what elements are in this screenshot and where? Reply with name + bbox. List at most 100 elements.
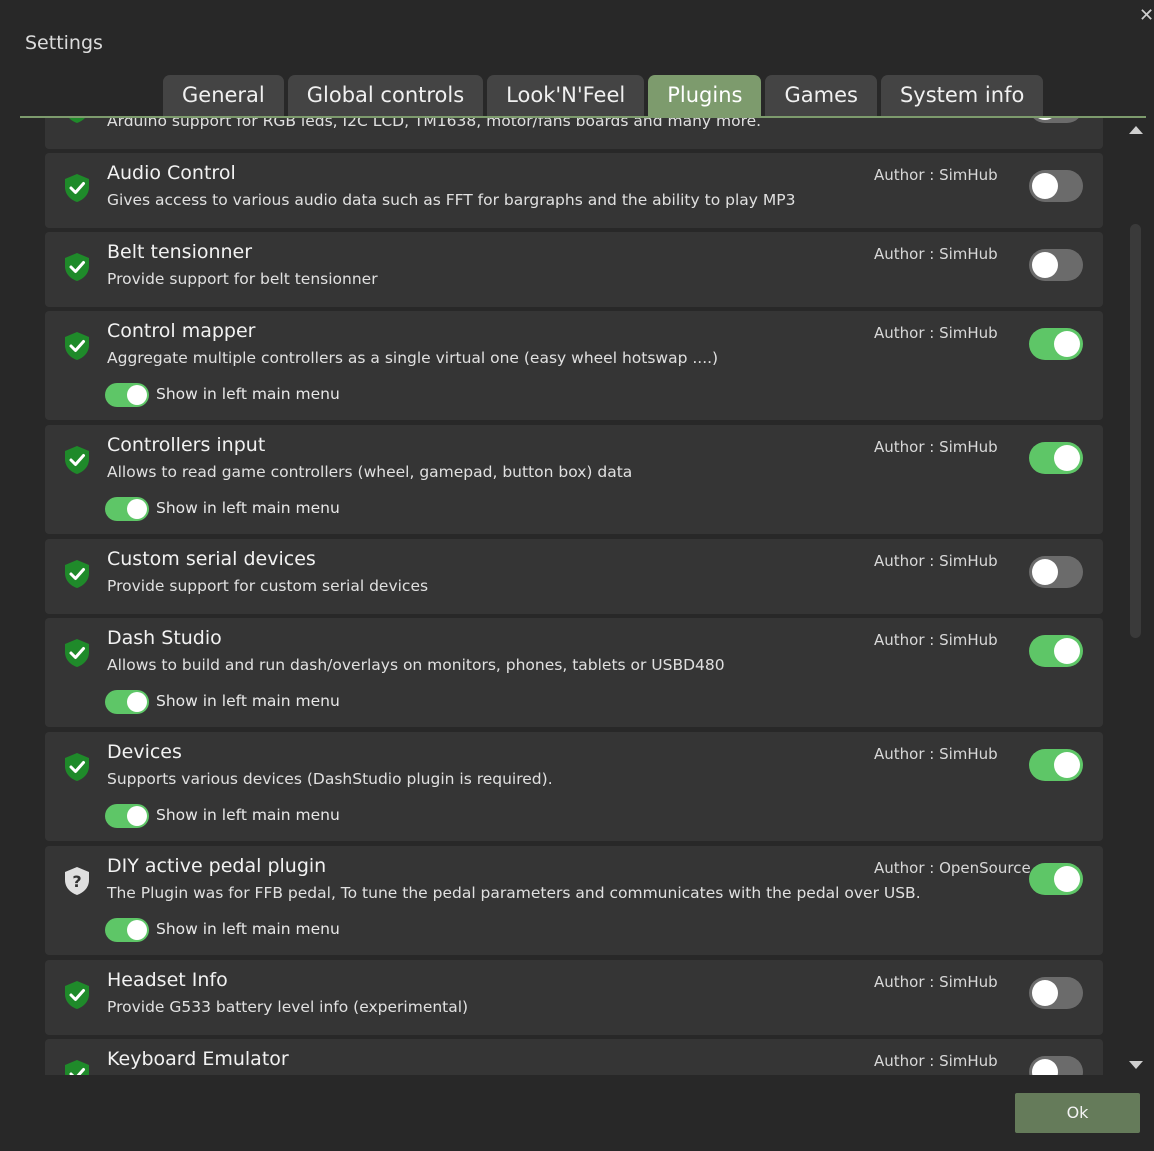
plugin-description: Supports various devices (DashStudio plu… xyxy=(107,770,553,788)
toggle-knob xyxy=(1054,445,1080,471)
plugin-author: Author : SimHub xyxy=(874,438,998,456)
plugin-description: The Plugin was for FFB pedal, To tune th… xyxy=(107,884,921,902)
plugin-enable-toggle[interactable] xyxy=(1029,635,1083,667)
toggle-knob xyxy=(1032,559,1058,585)
toggle-knob xyxy=(1032,173,1058,199)
plugin-enable-toggle[interactable] xyxy=(1029,977,1083,1009)
show-in-menu-label: Show in left main menu xyxy=(156,499,340,517)
toggle-knob xyxy=(1032,980,1058,1006)
plugin-card: Headset Info Provide G533 battery level i… xyxy=(45,960,1103,1035)
verified-shield-icon xyxy=(64,445,90,479)
plugin-enable-toggle[interactable] xyxy=(1029,1056,1083,1075)
plugin-name: Dash Studio xyxy=(107,627,222,649)
plugin-name: Headset Info xyxy=(107,969,228,991)
toggle-knob xyxy=(1054,752,1080,778)
plugin-card: Dash Studio Allows to build and run dash/… xyxy=(45,618,1103,727)
plugin-enable-toggle[interactable] xyxy=(1029,442,1083,474)
plugin-author: Author : SimHub xyxy=(874,631,998,649)
verified-shield-icon xyxy=(64,252,90,286)
show-in-menu-label: Show in left main menu xyxy=(156,920,340,938)
plugin-name: Custom serial devices xyxy=(107,548,316,570)
plugin-list: ArduinoArduino support for RGB leds, I2C… xyxy=(45,118,1103,1075)
toggle-knob xyxy=(1054,638,1080,664)
svg-text:?: ? xyxy=(72,872,81,891)
show-in-menu-toggle[interactable] xyxy=(105,497,149,521)
toggle-knob xyxy=(127,499,147,519)
verified-shield-icon xyxy=(64,980,90,1014)
tab-plugins[interactable]: Plugins xyxy=(648,75,762,116)
plugin-author: Author : SimHub xyxy=(874,166,998,184)
window-title: Settings xyxy=(25,32,103,54)
plugin-enable-toggle[interactable] xyxy=(1029,118,1083,123)
plugin-card: Control mapper Aggregate multiple control… xyxy=(45,311,1103,420)
plugin-card: Controllers input Allows to read game con… xyxy=(45,425,1103,534)
verified-shield-icon xyxy=(64,173,90,207)
plugin-name: Controllers input xyxy=(107,434,266,456)
toggle-knob xyxy=(127,385,147,405)
plugin-description: Allows to read game controllers (wheel, … xyxy=(107,463,633,481)
show-in-menu-label: Show in left main menu xyxy=(156,385,340,403)
verified-shield-icon xyxy=(64,118,90,128)
plugin-author: Author : SimHub xyxy=(874,745,998,763)
plugin-author: Author : SimHub xyxy=(874,1052,998,1070)
tab-look-n-feel[interactable]: Look'N'Feel xyxy=(487,75,645,116)
verified-shield-icon xyxy=(64,331,90,365)
plugin-description: Provide support for custom serial device… xyxy=(107,577,429,595)
plugin-card: Belt tensionner Provide support for belt … xyxy=(45,232,1103,307)
plugin-author: Author : SimHub xyxy=(874,245,998,263)
plugin-card: Audio Control Gives access to various aud… xyxy=(45,153,1103,228)
show-in-menu-toggle[interactable] xyxy=(105,918,149,942)
tab-general[interactable]: General xyxy=(163,75,284,116)
plugin-name: Devices xyxy=(107,741,182,763)
toggle-knob xyxy=(1054,866,1080,892)
scroll-down-arrow-icon[interactable] xyxy=(1129,1061,1143,1069)
plugin-name: DIY active pedal plugin xyxy=(107,855,327,877)
show-in-menu-toggle[interactable] xyxy=(105,690,149,714)
plugin-description: Aggregate multiple controllers as a sing… xyxy=(107,349,719,367)
tab-bar: General Global controls Look'N'Feel Plugins… xyxy=(163,75,1044,116)
plugin-description: Arduino support for RGB leds, I2C LCD, T… xyxy=(107,118,762,130)
verified-shield-icon xyxy=(64,752,90,786)
ok-button[interactable]: Ok xyxy=(1015,1093,1140,1133)
tab-games[interactable]: Games xyxy=(765,75,877,116)
toggle-knob xyxy=(1054,331,1080,357)
show-in-menu-toggle[interactable] xyxy=(105,804,149,828)
show-in-menu-label: Show in left main menu xyxy=(156,806,340,824)
unverified-shield-icon: ? xyxy=(64,866,90,900)
plugin-description: Provide support for belt tensionner xyxy=(107,270,378,288)
scroll-up-arrow-icon[interactable] xyxy=(1129,126,1143,134)
plugin-enable-toggle[interactable] xyxy=(1029,328,1083,360)
plugin-author: Author : SimHub xyxy=(874,324,998,342)
plugin-card: Devices Supports various devices (DashStu… xyxy=(45,732,1103,841)
plugin-enable-toggle[interactable] xyxy=(1029,749,1083,781)
plugin-enable-toggle[interactable] xyxy=(1029,556,1083,588)
close-icon[interactable]: ✕ xyxy=(1139,6,1154,26)
plugin-author: Author : SimHub xyxy=(874,552,998,570)
toggle-knob xyxy=(127,806,147,826)
plugin-card: Custom serial devices Provide support for… xyxy=(45,539,1103,614)
scrollbar-thumb[interactable] xyxy=(1130,224,1141,638)
show-in-menu-label: Show in left main menu xyxy=(156,692,340,710)
plugin-description: Allows to build and run dash/overlays on… xyxy=(107,656,725,674)
verified-shield-icon xyxy=(64,638,90,672)
show-in-menu-toggle[interactable] xyxy=(105,383,149,407)
toggle-knob xyxy=(127,692,147,712)
verified-shield-icon xyxy=(64,559,90,593)
verified-shield-icon xyxy=(64,1059,90,1075)
plugin-card: ? DIY active pedal plugin The Plugin was f… xyxy=(45,846,1103,955)
plugin-name: Belt tensionner xyxy=(107,241,253,263)
tab-global-controls[interactable]: Global controls xyxy=(287,75,484,116)
plugin-description: Gives access to various audio data such … xyxy=(107,191,796,209)
plugin-enable-toggle[interactable] xyxy=(1029,249,1083,281)
plugin-author: Author : OpenSource xyxy=(874,859,1031,877)
plugin-enable-toggle[interactable] xyxy=(1029,863,1083,895)
toggle-knob xyxy=(127,920,147,940)
toggle-knob xyxy=(1032,118,1058,120)
toggle-knob xyxy=(1032,252,1058,278)
tab-system-info[interactable]: System info xyxy=(880,75,1044,116)
plugin-card: Keyboard Emulator Author : SimHub xyxy=(45,1039,1103,1075)
plugin-name: Control mapper xyxy=(107,320,256,342)
plugin-card: ArduinoArduino support for RGB leds, I2C… xyxy=(45,118,1103,149)
plugin-name: Keyboard Emulator xyxy=(107,1048,289,1070)
plugin-enable-toggle[interactable] xyxy=(1029,170,1083,202)
